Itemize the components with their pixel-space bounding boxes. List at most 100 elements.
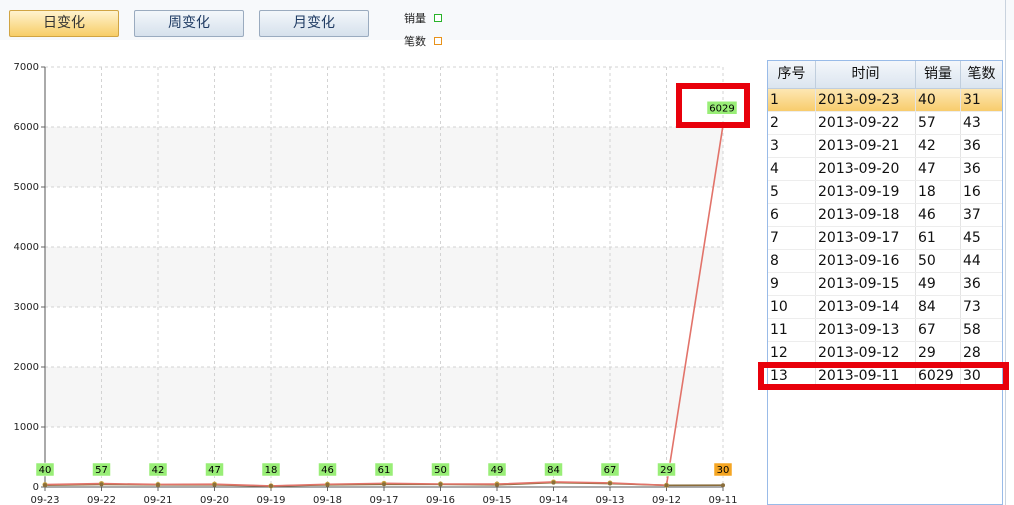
cell-count: 36 <box>963 138 981 154</box>
data-point-count[interactable] <box>382 482 386 487</box>
x-tick-label: 09-20 <box>200 495 229 505</box>
cell-sales: 18 <box>916 181 961 203</box>
legend-swatch-sales <box>434 13 442 22</box>
table-row[interactable]: 8 2013-09-16 50 44 <box>768 250 1002 273</box>
column-header-sales[interactable]: 销量 <box>916 61 961 88</box>
table-row[interactable]: 3 2013-09-21 42 36 <box>768 135 1002 158</box>
data-point-count[interactable] <box>608 481 612 486</box>
x-tick-label: 09-16 <box>426 495 455 505</box>
data-point-count[interactable] <box>156 482 160 487</box>
x-tick-label: 09-23 <box>30 495 59 505</box>
table-row[interactable]: 2 2013-09-22 57 43 <box>768 112 1002 135</box>
data-point-count[interactable] <box>438 482 443 487</box>
y-tick-label: 2000 <box>14 362 39 373</box>
data-label: 57 <box>95 465 108 476</box>
data-point-count[interactable] <box>99 482 104 487</box>
data-point-count[interactable] <box>721 483 725 488</box>
tab-monthly[interactable]: 月变化 <box>259 10 369 37</box>
data-point-count[interactable] <box>325 482 330 487</box>
table-row[interactable]: 13 2013-09-11 6029 30 <box>768 365 1002 388</box>
data-point-count[interactable] <box>212 482 217 487</box>
data-point-count[interactable] <box>269 484 273 489</box>
cell-time: 2013-09-19 <box>816 181 916 203</box>
data-point-count[interactable] <box>664 483 669 488</box>
cell-index: 11 <box>768 319 816 341</box>
legend-item-sales[interactable]: 销量 <box>404 6 442 29</box>
x-tick-label: 09-15 <box>482 495 511 505</box>
data-point-sales[interactable] <box>720 122 726 128</box>
line-chart: 0 1000 2000 3000 4000 5000 6000 7000 09-23 09-22 0… <box>14 62 738 505</box>
cell-sales: 40 <box>916 89 961 111</box>
cell-sales: 47 <box>916 158 961 180</box>
data-label: 67 <box>604 465 617 476</box>
data-point-count[interactable] <box>495 482 499 487</box>
y-tick-label: 6000 <box>14 122 39 133</box>
cell-sales: 61 <box>916 227 961 249</box>
cell-time: 2013-09-16 <box>816 250 916 272</box>
cell-sales: 50 <box>916 250 961 272</box>
cell-sales: 49 <box>916 273 961 295</box>
cell-count: 44 <box>963 253 981 269</box>
cell-time: 2013-09-20 <box>816 158 916 180</box>
column-header-time[interactable]: 时间 <box>816 61 916 88</box>
cell-time: 2013-09-23 <box>816 89 916 111</box>
cell-index: 4 <box>768 158 816 180</box>
legend-label-sales: 销量 <box>404 11 426 25</box>
table-row[interactable]: 12 2013-09-12 29 28 <box>768 342 1002 365</box>
cell-count: 16 <box>963 184 981 200</box>
x-tick-label: 09-12 <box>652 495 681 505</box>
chart-legend: 销量 笔数 <box>404 6 442 52</box>
table-row[interactable]: 7 2013-09-17 61 45 <box>768 227 1002 250</box>
table-row[interactable]: 1 2013-09-23 40 31 <box>768 89 1002 112</box>
cell-index: 1 <box>768 89 816 111</box>
cell-sales: 29 <box>916 342 961 364</box>
table-row[interactable]: 5 2013-09-19 18 16 <box>768 181 1002 204</box>
legend-item-count[interactable]: 笔数 <box>404 29 442 52</box>
data-label: 42 <box>152 465 165 476</box>
data-point-count[interactable] <box>43 483 47 488</box>
data-label: 18 <box>265 465 278 476</box>
table-row[interactable]: 11 2013-09-13 67 58 <box>768 319 1002 342</box>
cell-index: 9 <box>768 273 816 295</box>
cell-index: 5 <box>768 181 816 203</box>
y-tick-label: 7000 <box>14 62 39 73</box>
data-point-count[interactable] <box>551 480 556 485</box>
cell-sales: 6029 <box>916 365 961 387</box>
column-header-index[interactable]: 序号 <box>768 61 816 88</box>
table-row[interactable]: 4 2013-09-20 47 36 <box>768 158 1002 181</box>
grid-header: 序号 时间 销量 笔数 <box>768 61 1002 89</box>
data-label: 49 <box>491 465 504 476</box>
y-tick-label: 0 <box>33 482 39 493</box>
cell-sales: 67 <box>916 319 961 341</box>
cell-count: 30 <box>963 368 981 384</box>
table-row[interactable]: 6 2013-09-18 46 37 <box>768 204 1002 227</box>
cell-count: 28 <box>963 345 981 361</box>
cell-time: 2013-09-17 <box>816 227 916 249</box>
cell-count: 36 <box>963 161 981 177</box>
tab-daily[interactable]: 日变化 <box>9 10 119 37</box>
cell-time: 2013-09-22 <box>816 112 916 134</box>
x-tick-label: 09-13 <box>595 495 624 505</box>
legend-label-count: 笔数 <box>404 34 426 48</box>
tab-weekly[interactable]: 周变化 <box>134 10 244 37</box>
data-label: 46 <box>321 465 334 476</box>
column-header-count[interactable]: 笔数 <box>961 61 1002 88</box>
cell-count: 37 <box>963 207 981 223</box>
table-row[interactable]: 9 2013-09-15 49 36 <box>768 273 1002 296</box>
cell-time: 2013-09-18 <box>816 204 916 226</box>
cell-time: 2013-09-12 <box>816 342 916 364</box>
cell-sales: 46 <box>916 204 961 226</box>
cell-count: 43 <box>963 115 981 131</box>
data-grid: 序号 时间 销量 笔数 1 2013-09-23 40 31 2 2013-09-22 57… <box>767 60 1003 505</box>
data-label: 47 <box>208 465 221 476</box>
x-tick-label: 09-14 <box>539 495 568 505</box>
data-label: 40 <box>39 465 52 476</box>
cell-time: 2013-09-21 <box>816 135 916 157</box>
x-tick-label: 09-19 <box>256 495 285 505</box>
cell-time: 2013-09-14 <box>816 296 916 318</box>
data-label: 29 <box>660 465 673 476</box>
data-label: 84 <box>547 465 560 476</box>
y-tick-label: 1000 <box>14 422 39 433</box>
cell-index: 7 <box>768 227 816 249</box>
table-row[interactable]: 10 2013-09-14 84 73 <box>768 296 1002 319</box>
